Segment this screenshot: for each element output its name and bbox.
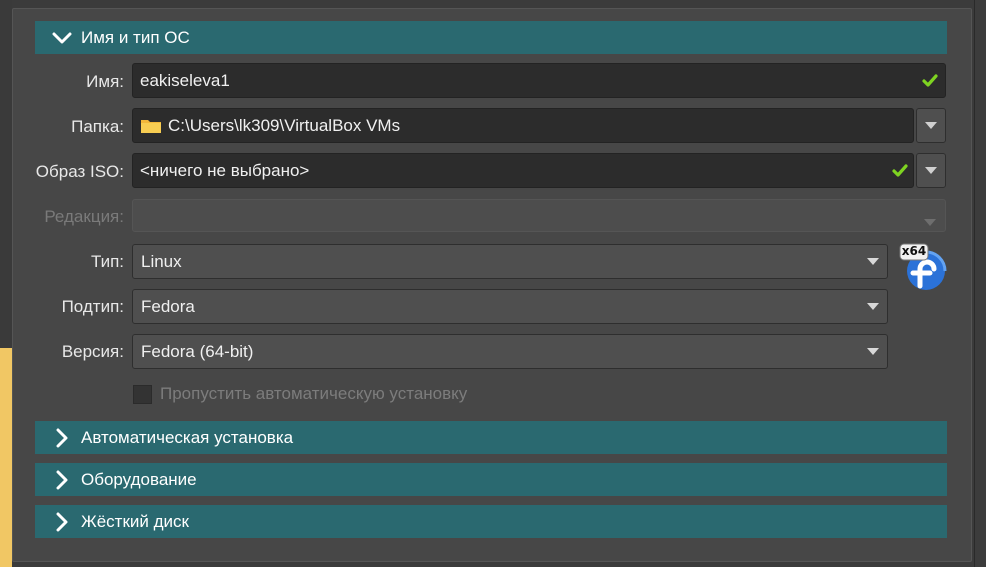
- background-window-fragment: [0, 348, 12, 567]
- section-title: Жёсткий диск: [81, 511, 189, 531]
- right-scroll-edge[interactable]: [974, 0, 986, 567]
- fedora-x64-icon: x64: [898, 242, 948, 292]
- section-header-unattended[interactable]: Автоматическая установка: [35, 421, 947, 454]
- skip-unattended-checkbox: [133, 384, 152, 404]
- subtype-value: Fedora: [141, 296, 195, 316]
- skip-unattended-row: Пропустить автоматическую установку: [133, 384, 467, 404]
- folder-value: C:\Users\lk309\VirtualBox VMs: [168, 115, 401, 135]
- edition-label: Редакция:: [44, 207, 124, 226]
- version-combo[interactable]: Fedora (64-bit): [132, 334, 888, 369]
- iso-value: <ничего не выбрано>: [140, 160, 310, 180]
- subtype-combo[interactable]: Fedora: [132, 289, 888, 324]
- type-label: Тип:: [90, 252, 124, 271]
- x64-badge: x64: [901, 244, 927, 258]
- type-value: Linux: [141, 251, 182, 271]
- chevron-right-icon: [51, 428, 73, 448]
- chevron-right-icon: [51, 470, 73, 490]
- iso-combo[interactable]: <ничего не выбрано>: [132, 153, 914, 188]
- name-input[interactable]: eakiseleva1: [132, 63, 946, 98]
- subtype-label: Подтип:: [61, 297, 124, 316]
- iso-valid-check-icon: [890, 161, 910, 181]
- chevron-down-icon: [867, 335, 879, 368]
- edition-combo: [132, 199, 946, 232]
- name-value: eakiseleva1: [140, 70, 230, 90]
- folder-label: Папка:: [71, 117, 124, 136]
- chevron-down-icon: [925, 166, 937, 174]
- skip-unattended-label: Пропустить автоматическую установку: [160, 384, 468, 403]
- section-header-name-os[interactable]: Имя и тип ОС: [35, 21, 947, 54]
- chevron-down-icon: [924, 212, 936, 232]
- section-header-hard-disk[interactable]: Жёсткий диск: [35, 505, 947, 538]
- name-label: Имя:: [86, 72, 124, 91]
- version-label: Версия:: [61, 342, 124, 361]
- chevron-down-icon: [867, 245, 879, 278]
- version-value: Fedora (64-bit): [141, 341, 254, 361]
- type-combo[interactable]: Linux: [132, 244, 888, 279]
- folder-dropdown-button[interactable]: [916, 108, 946, 143]
- chevron-down-icon: [867, 290, 879, 323]
- iso-dropdown-button[interactable]: [916, 153, 946, 188]
- section-title: Автоматическая установка: [81, 427, 294, 447]
- section-header-hardware[interactable]: Оборудование: [35, 463, 947, 496]
- section-title: Оборудование: [81, 469, 197, 489]
- chevron-down-icon: [925, 121, 937, 129]
- folder-combo[interactable]: C:\Users\lk309\VirtualBox VMs: [132, 108, 914, 143]
- chevron-right-icon: [51, 512, 73, 532]
- folder-icon: [133, 117, 162, 135]
- name-valid-check-icon: [920, 71, 940, 91]
- chevron-down-icon: [51, 28, 73, 48]
- iso-label: Образ ISO:: [35, 162, 124, 181]
- section-title: Имя и тип ОС: [81, 27, 190, 47]
